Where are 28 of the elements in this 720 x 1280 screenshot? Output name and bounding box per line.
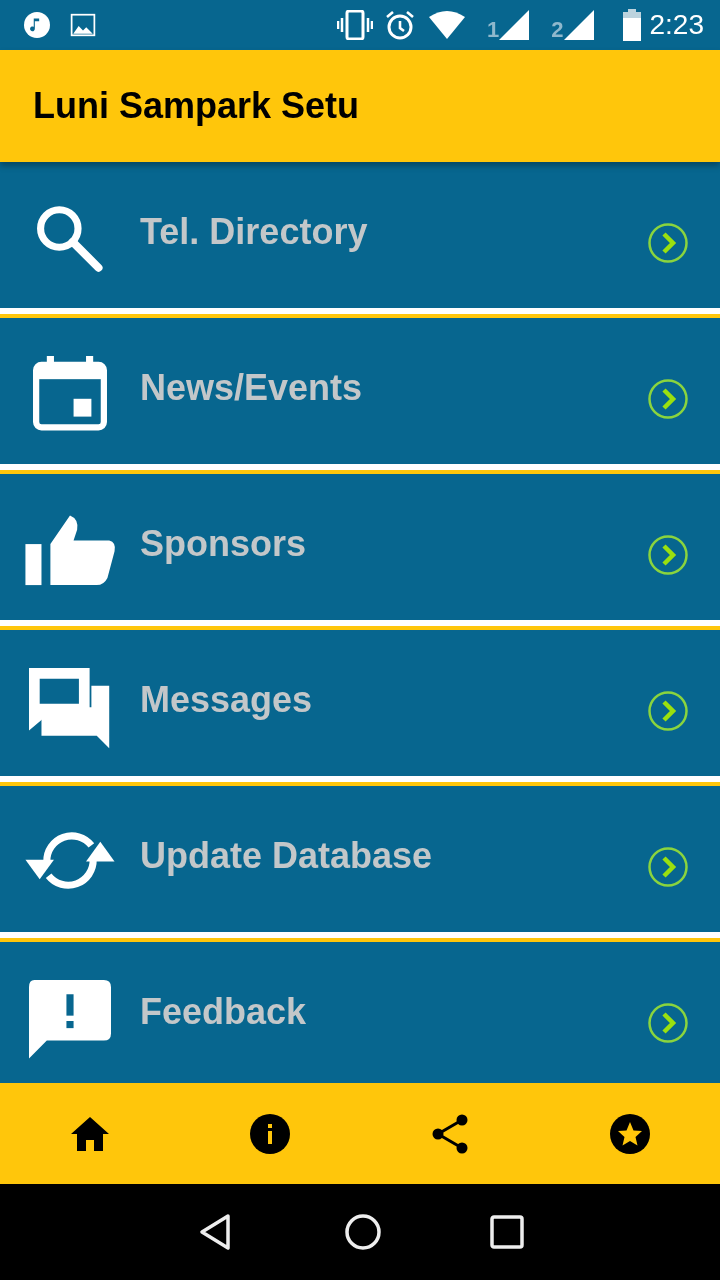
menu-label: Messages xyxy=(140,678,313,722)
signal-icon xyxy=(563,10,594,40)
clock-time: 2:23 xyxy=(649,8,704,42)
recents-icon[interactable] xyxy=(490,1215,524,1249)
menu-label: Update Database xyxy=(140,834,433,878)
share-icon[interactable] xyxy=(430,1113,470,1154)
chevron-right-icon xyxy=(647,1002,689,1044)
image-icon xyxy=(70,12,96,38)
menu-label: Sponsors xyxy=(140,522,307,566)
chevron-right-icon xyxy=(647,846,689,888)
battery-icon xyxy=(621,9,642,41)
menu-label: Tel. Directory xyxy=(140,210,368,254)
sim-number: 1 xyxy=(487,15,500,44)
chevron-right-icon xyxy=(647,534,689,576)
sim-number: 2 xyxy=(551,15,564,44)
menu-label: Feedback xyxy=(140,990,307,1034)
chevron-right-icon xyxy=(647,378,689,420)
signal-icon xyxy=(499,10,530,40)
home-circle-icon[interactable] xyxy=(344,1213,382,1251)
alarm-icon xyxy=(385,10,415,40)
app-title: Luni Sampark Setu xyxy=(33,84,360,128)
menu-label: News/Events xyxy=(140,366,363,410)
vibrate-icon xyxy=(337,10,373,40)
music-icon xyxy=(24,12,50,38)
chevron-right-icon xyxy=(647,690,689,732)
info-icon[interactable] xyxy=(250,1113,290,1154)
chevron-right-icon xyxy=(647,222,689,264)
wifi-icon xyxy=(429,11,465,39)
